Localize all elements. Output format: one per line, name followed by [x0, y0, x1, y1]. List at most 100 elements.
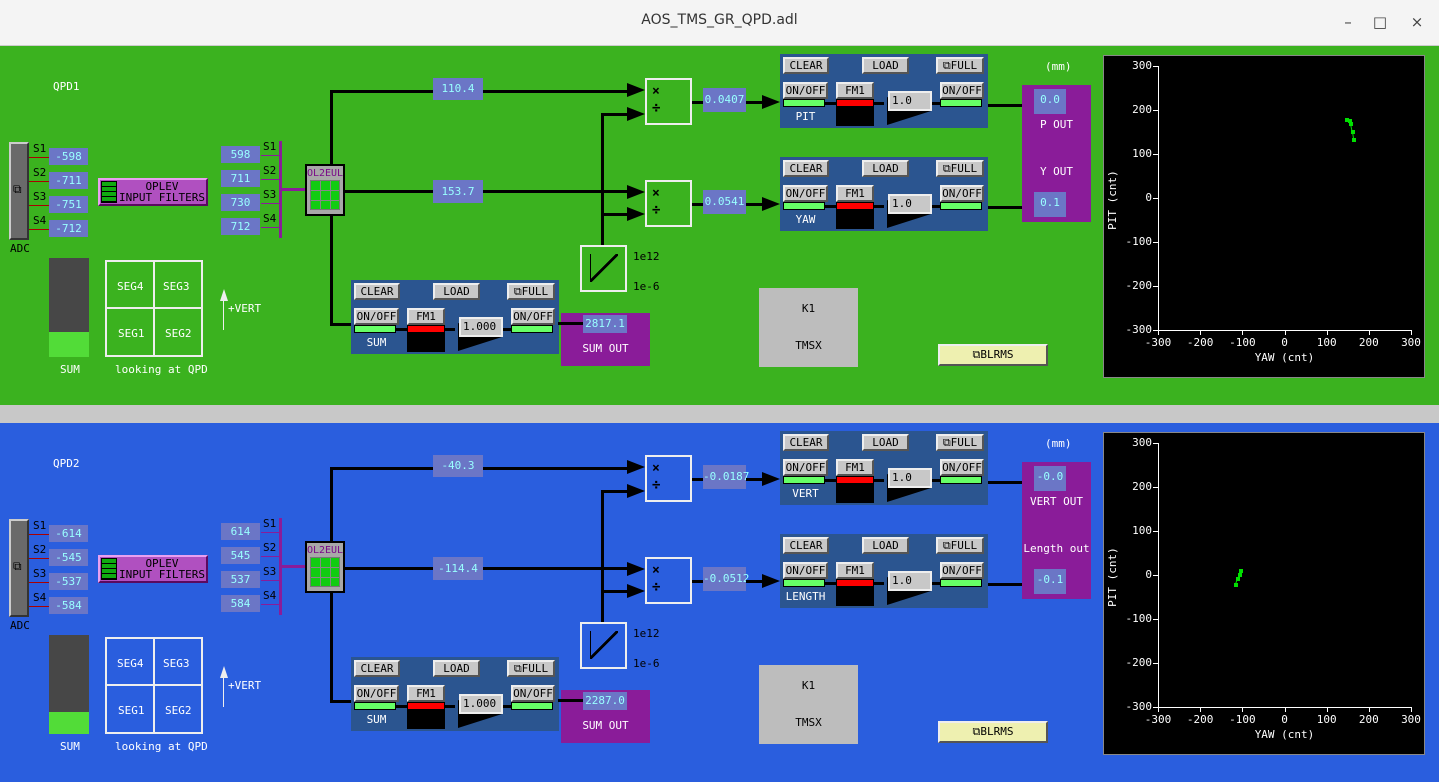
- input-onoff-button[interactable]: ON/OFF: [783, 82, 828, 99]
- load-button[interactable]: LOAD: [862, 160, 909, 177]
- input-onoff-button[interactable]: ON/OFF: [354, 308, 399, 325]
- adc-value: -614: [49, 525, 88, 542]
- gain-input[interactable]: 1.0: [888, 571, 932, 591]
- k1-tmsx-block[interactable]: [759, 288, 858, 367]
- clear-button[interactable]: CLEAR: [783, 537, 829, 554]
- fm1-status: [407, 325, 445, 333]
- load-button[interactable]: LOAD: [433, 660, 480, 677]
- minimize-button[interactable]: –: [1336, 10, 1360, 34]
- load-button[interactable]: LOAD: [862, 434, 909, 451]
- full-button[interactable]: ⧉FULL: [936, 434, 984, 451]
- grid-line: [105, 684, 203, 686]
- sensor-label: S4: [263, 212, 277, 225]
- output-onoff-button[interactable]: ON/OFF: [940, 562, 984, 579]
- input-status-indicator: [783, 202, 825, 210]
- normalized-value-1: -0.0187: [703, 465, 749, 489]
- sat-high-label: 1e12: [633, 250, 660, 263]
- input-status-indicator: [783, 579, 825, 587]
- clear-button[interactable]: CLEAR: [783, 434, 829, 451]
- segment-value: 614: [221, 523, 260, 540]
- out1-value: -0.0: [1034, 466, 1066, 491]
- y-tick-label: 100: [1132, 524, 1152, 537]
- fm1-button[interactable]: FM1: [836, 185, 874, 202]
- input-onoff-button[interactable]: ON/OFF: [783, 185, 828, 202]
- input-onoff-button[interactable]: ON/OFF: [783, 459, 828, 476]
- gain-input[interactable]: 1.000: [459, 694, 503, 714]
- fm1-status: [836, 99, 874, 107]
- wire: [601, 113, 604, 245]
- x-tick-label: 200: [1358, 336, 1379, 349]
- input-onoff-button[interactable]: ON/OFF: [354, 685, 399, 702]
- fm1-button[interactable]: FM1: [836, 562, 874, 579]
- output-onoff-button[interactable]: ON/OFF: [511, 685, 555, 702]
- x-tick: [1326, 330, 1328, 335]
- clear-button[interactable]: CLEAR: [783, 160, 829, 177]
- close-button[interactable]: ×: [1405, 10, 1429, 34]
- x-tick: [1158, 707, 1159, 712]
- fm1-button[interactable]: FM1: [836, 459, 874, 476]
- wire: [345, 567, 630, 570]
- x-tick: [1200, 330, 1202, 335]
- segment-label: SEG4: [117, 280, 144, 293]
- fm1-ramp: [836, 484, 874, 503]
- ol2eul-label: OL2EUL: [306, 168, 344, 179]
- clear-button[interactable]: CLEAR: [354, 283, 400, 300]
- output-onoff-button[interactable]: ON/OFF: [940, 82, 984, 99]
- x-tick: [1242, 330, 1244, 335]
- y-tick: [1153, 531, 1158, 532]
- gain-input[interactable]: 1.000: [459, 317, 503, 337]
- sum-bar-fill: [49, 332, 89, 357]
- gain-input[interactable]: 1.0: [888, 194, 932, 214]
- adc-label: ADC: [10, 242, 30, 255]
- segment-value: 537: [221, 571, 260, 588]
- divide-icon: ÷: [652, 579, 661, 595]
- multiply-icon: ×: [652, 563, 660, 578]
- adc-value: -712: [49, 220, 88, 237]
- out1-label: P OUT: [1039, 118, 1074, 131]
- full-button[interactable]: ⧉FULL: [507, 283, 555, 300]
- y-tick: [1153, 110, 1158, 111]
- sensor-label: S3: [33, 567, 47, 580]
- arrow-shaft: [223, 677, 224, 707]
- sensor-label: S1: [33, 519, 47, 532]
- blrms-button[interactable]: ⧉BLRMS: [938, 721, 1048, 743]
- y-tick: [1153, 663, 1158, 664]
- gain-input[interactable]: 1.0: [888, 468, 932, 488]
- full-button[interactable]: ⧉FULL: [936, 160, 984, 177]
- k1-tmsx-block[interactable]: [759, 665, 858, 744]
- segment-value: 730: [221, 194, 260, 211]
- full-button[interactable]: ⧉FULL: [936, 57, 984, 74]
- fm1-ramp: [836, 107, 874, 126]
- x-tick-label: -200: [1186, 713, 1214, 726]
- sum-out-label: SUM OUT: [582, 342, 629, 355]
- x-tick: [1158, 330, 1159, 335]
- full-button[interactable]: ⧉FULL: [507, 660, 555, 677]
- fm1-button[interactable]: FM1: [407, 308, 445, 325]
- wire: [330, 90, 333, 164]
- output-onoff-button[interactable]: ON/OFF: [940, 459, 984, 476]
- input-onoff-button[interactable]: ON/OFF: [783, 562, 828, 579]
- load-button[interactable]: LOAD: [862, 537, 909, 554]
- load-button[interactable]: LOAD: [433, 283, 480, 300]
- maximize-button[interactable]: □: [1368, 10, 1392, 34]
- clear-button[interactable]: CLEAR: [354, 660, 400, 677]
- clear-button[interactable]: CLEAR: [783, 57, 829, 74]
- window-icon: ⧉: [942, 539, 951, 552]
- segment-label: SEG4: [117, 657, 144, 670]
- load-button[interactable]: LOAD: [862, 57, 909, 74]
- segment-value: 545: [221, 547, 260, 564]
- panel-title: QPD2: [53, 457, 80, 470]
- gain-input[interactable]: 1.0: [888, 91, 932, 111]
- x-tick-label: 100: [1316, 713, 1337, 726]
- filter-label: VERT: [792, 487, 819, 500]
- output-onoff-button[interactable]: ON/OFF: [940, 185, 984, 202]
- x-tick-label: 300: [1401, 713, 1421, 726]
- fm1-button[interactable]: FM1: [836, 82, 874, 99]
- y-axis-label: PIT (cnt): [1106, 547, 1119, 607]
- output-onoff-button[interactable]: ON/OFF: [511, 308, 555, 325]
- blrms-button[interactable]: ⧉BLRMS: [938, 344, 1048, 366]
- fm1-status: [836, 476, 874, 484]
- fm1-button[interactable]: FM1: [407, 685, 445, 702]
- full-button[interactable]: ⧉FULL: [936, 537, 984, 554]
- window-icon: ⧉: [13, 182, 22, 196]
